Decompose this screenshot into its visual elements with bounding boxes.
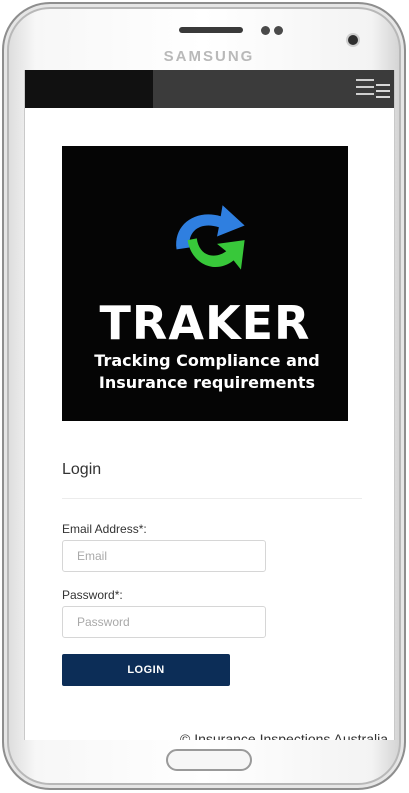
phone-screen: TRAKER Tracking Compliance and Insurance… xyxy=(24,70,395,740)
secondary-menu-icon[interactable] xyxy=(376,84,390,98)
logo-tagline-line-1: Tracking Compliance and xyxy=(94,351,320,370)
phone-frame: SAMSUNG TRAKER Tracking Compliance and I… xyxy=(2,2,406,790)
logo-tagline: Tracking Compliance and Insurance requir… xyxy=(82,350,332,394)
login-heading: Login xyxy=(62,461,102,478)
home-button[interactable] xyxy=(166,749,252,771)
password-field[interactable] xyxy=(62,606,266,638)
footer-copyright: © Insurance Inspections Australia xyxy=(180,731,388,740)
top-navigation-bar xyxy=(25,70,394,108)
front-camera-icon xyxy=(348,35,358,45)
device-brand: SAMSUNG xyxy=(163,48,255,65)
traker-logo: TRAKER Tracking Compliance and Insurance… xyxy=(62,146,348,421)
email-field[interactable] xyxy=(62,540,266,572)
password-label: Password*: xyxy=(62,588,123,602)
logo-title: TRAKER xyxy=(99,296,311,350)
light-sensor xyxy=(274,26,283,35)
section-divider xyxy=(62,498,362,499)
proximity-sensor xyxy=(261,26,270,35)
hamburger-menu-icon[interactable] xyxy=(356,79,374,95)
login-button[interactable]: LOGIN xyxy=(62,654,230,686)
logo-tagline-line-2: Insurance requirements xyxy=(98,373,316,392)
refresh-arrows-icon xyxy=(176,205,245,270)
topbar-brand-area xyxy=(25,70,153,108)
earpiece-speaker xyxy=(179,27,243,33)
email-label: Email Address*: xyxy=(62,522,147,536)
